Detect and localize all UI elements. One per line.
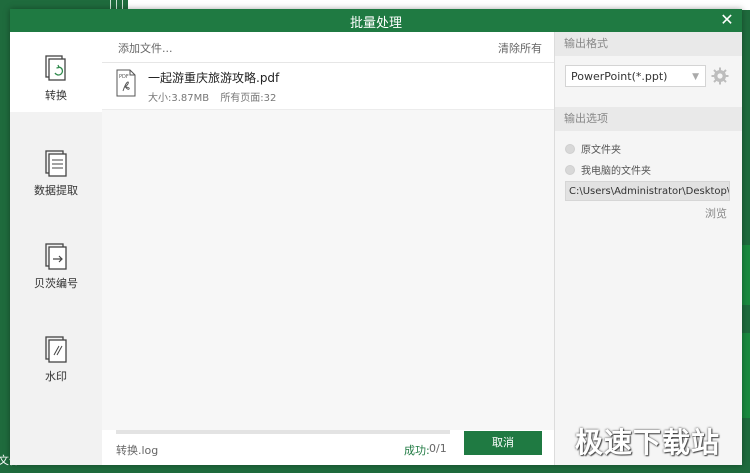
file-list-item[interactable]: PDF 一起游重庆旅游攻略.pdf 大小:3.87MB 所有页面:32 [102,63,554,110]
nav-item-label: 水印 [45,370,67,383]
clear-all-link[interactable]: 清除所有 [498,40,542,56]
output-format-value: PowerPoint(*.ppt) [571,70,668,83]
close-icon[interactable]: ✕ [718,11,736,29]
watermark-icon [45,336,67,363]
output-path-field[interactable]: C:\Users\Administrator\Desktop\导出 [565,181,730,201]
gear-icon[interactable] [711,67,729,85]
success-label: 成功: [404,444,430,457]
nav-item-watermark[interactable]: 水印 [10,313,102,403]
log-link[interactable]: 转换.log [116,442,158,458]
output-format-select[interactable]: PowerPoint(*.ppt) ▼ [565,65,706,87]
progress-bar [116,430,450,434]
batch-process-dialog: 批量处理 ✕ 转换 数据提取 贝茨编号 水印 添加文件... 清除所有 PDF … [10,9,742,465]
nav-item-label: 数据提取 [34,184,78,197]
nav-item-label: 贝茨编号 [34,277,78,290]
output-settings-panel: 输出格式 PowerPoint(*.ppt) ▼ 输出选项 原文件夹 我电脑的文… [555,32,742,465]
browse-link[interactable]: 浏览 [705,205,727,221]
chevron-down-icon: ▼ [692,72,699,82]
output-options-header: 输出选项 [555,107,742,131]
nav-item-data-extract[interactable]: 数据提取 [10,127,102,217]
file-list-toolbar: 添加文件... 清除所有 [102,32,554,63]
radio-button [565,143,575,154]
background-app-sidebar [0,0,10,473]
radio-label: 我电脑的文件夹 [581,166,651,177]
data-extract-icon [45,150,67,177]
dialog-title: 批量处理 [349,16,402,31]
file-list-empty-area [102,110,554,430]
dialog-titlebar: 批量处理 ✕ [10,9,742,32]
function-sidebar: 转换 数据提取 贝茨编号 水印 [10,32,102,465]
file-pages: 所有页面:32 [220,93,277,104]
pdf-file-icon: PDF [116,69,136,97]
radio-my-computer-folder[interactable]: 我电脑的文件夹 [565,162,651,178]
success-count: 0/1 [429,442,447,455]
file-list-panel: 添加文件... 清除所有 PDF 一起游重庆旅游攻略.pdf 大小:3.87MB… [102,32,555,465]
site-watermark: 极速下载站 [575,426,721,459]
radio-button [565,164,575,175]
cancel-button[interactable]: 取消 [464,431,542,455]
nav-item-label: 转换 [45,89,67,102]
nav-item-bates-number[interactable]: 贝茨编号 [10,220,102,310]
radio-label: 原文件夹 [581,145,621,156]
file-size: 大小:3.87MB [148,93,210,104]
add-files-link[interactable]: 添加文件... [118,40,173,56]
file-meta: 大小:3.87MB 所有页面:32 [148,89,284,104]
file-name: 一起游重庆旅游攻略.pdf [148,71,280,85]
svg-text:PDF: PDF [119,74,129,80]
nav-item-convert[interactable]: 转换 [10,32,102,112]
bates-number-icon [45,243,67,270]
convert-icon [45,55,66,81]
output-format-header: 输出格式 [555,32,742,56]
radio-original-folder[interactable]: 原文件夹 [565,141,621,157]
